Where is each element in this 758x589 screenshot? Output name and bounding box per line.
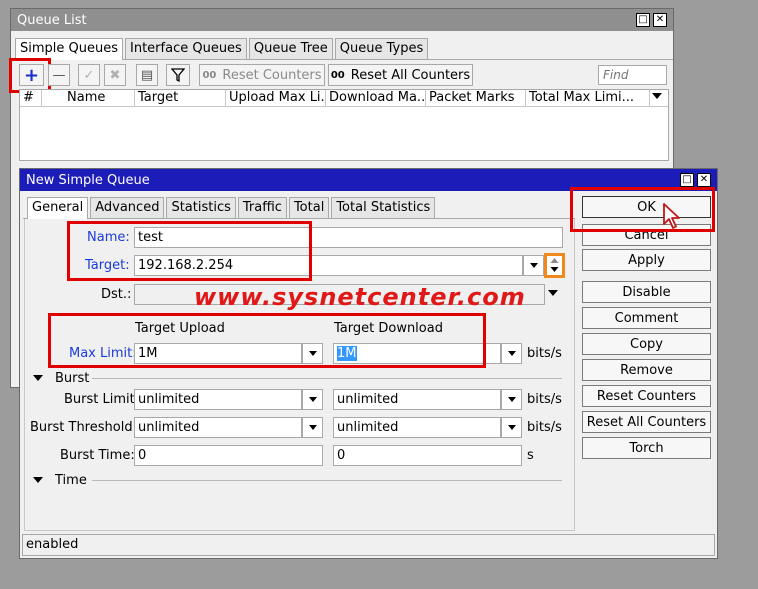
burst-threshold-unit: bits/s [527, 420, 562, 435]
burst-limit-unit: bits/s [527, 392, 562, 407]
burst-time-unit: s [527, 448, 534, 463]
burst-section-label[interactable]: Burst [55, 371, 89, 386]
comment-toolbar-button[interactable]: ▤ [136, 64, 158, 86]
disable-button[interactable]: Disable [582, 281, 711, 303]
apply-button[interactable]: Apply [582, 249, 711, 271]
burst-divider [92, 378, 562, 379]
tab-total-statistics[interactable]: Total Statistics [331, 197, 436, 218]
status-text: enabled [26, 537, 79, 552]
time-section-label[interactable]: Time [55, 473, 87, 488]
column-header-total-max[interactable]: Total Max Limi... [526, 90, 650, 107]
remove-button[interactable]: Remove [582, 359, 711, 381]
dialog-tabs: General Advanced Statistics Traffic Tota… [23, 195, 575, 219]
tab-advanced[interactable]: Advanced [90, 197, 165, 218]
max-limit-download-dropdown[interactable] [501, 343, 522, 364]
column-header-name[interactable]: Name [64, 90, 135, 107]
close-icon[interactable]: ✕ [697, 173, 711, 187]
queue-list-titlebar[interactable]: Queue List □ ✕ [11, 9, 673, 31]
burst-limit-download-dropdown[interactable] [501, 389, 522, 410]
up-down-arrows-icon [550, 258, 559, 272]
reset-all-counters-dialog-button[interactable]: Reset All Counters [582, 411, 711, 433]
target-arrows-button[interactable] [544, 253, 565, 278]
filter-button[interactable] [166, 64, 190, 86]
name-target-highlight [67, 221, 312, 281]
tab-interface-queues[interactable]: Interface Queues [125, 38, 247, 59]
reset-counters-button[interactable]: 00 Reset Counters [199, 64, 325, 86]
burst-collapse-icon[interactable] [33, 375, 43, 381]
reset-counters-label: Reset Counters [222, 67, 322, 83]
close-icon[interactable]: ✕ [653, 13, 667, 27]
x-icon: ✖ [109, 67, 121, 83]
burst-threshold-upload-dropdown[interactable] [302, 417, 323, 438]
restore-icon[interactable]: □ [636, 13, 650, 27]
column-header-download-max[interactable]: Download Ma... [326, 90, 426, 107]
max-limit-unit: bits/s [527, 346, 562, 361]
minus-icon: — [52, 67, 66, 83]
mouse-cursor-icon [663, 203, 680, 229]
status-bar: enabled [22, 534, 715, 556]
queue-list-tabs: Simple Queues Interface Queues Queue Tre… [11, 36, 673, 60]
dst-label: Dst.: [101, 287, 132, 302]
tab-general[interactable]: General [27, 197, 89, 219]
max-limit-highlight [48, 313, 486, 368]
burst-time-label: Burst Time: [60, 448, 135, 463]
column-header-target[interactable]: Target [135, 90, 226, 107]
queue-list-title: Queue List [17, 12, 87, 28]
table-header-divider [20, 106, 668, 107]
burst-limit-label: Burst Limit: [64, 392, 140, 407]
column-header-number[interactable]: # [20, 90, 42, 107]
disable-toolbar-button[interactable]: ✖ [104, 64, 126, 86]
tab-statistics[interactable]: Statistics [166, 197, 236, 218]
burst-threshold-download-field[interactable]: unlimited [333, 417, 501, 438]
reset-all-counters-button[interactable]: 00 Reset All Counters [328, 64, 473, 86]
burst-time-download-field[interactable]: 0 [333, 445, 522, 466]
enable-button[interactable]: ✓ [78, 64, 100, 86]
restore-icon[interactable]: □ [680, 173, 694, 187]
burst-threshold-download-dropdown[interactable] [501, 417, 522, 438]
target-dropdown-button[interactable] [523, 255, 544, 276]
tab-queue-types[interactable]: Queue Types [334, 38, 429, 59]
column-header-upload-max[interactable]: Upload Max Li... [226, 90, 326, 107]
burst-limit-upload-dropdown[interactable] [302, 389, 323, 410]
burst-limit-download-field[interactable]: unlimited [333, 389, 501, 410]
dialog-title: New Simple Queue [26, 172, 150, 188]
reset-counters-dialog-button[interactable]: Reset Counters [582, 385, 711, 407]
add-button-highlight [9, 58, 51, 93]
torch-button[interactable]: Torch [582, 437, 711, 459]
burst-time-upload-field[interactable]: 0 [134, 445, 323, 466]
burst-limit-upload-field[interactable]: unlimited [134, 389, 302, 410]
ok-button-highlight [570, 187, 715, 232]
column-header-packet-marks[interactable]: Packet Marks [426, 90, 526, 107]
watermark: www.sysnetcenter.com [194, 283, 526, 311]
time-divider [92, 480, 562, 481]
check-icon: ✓ [83, 67, 95, 83]
counter-icon: 00 [330, 69, 345, 81]
comment-button[interactable]: Comment [582, 307, 711, 329]
time-collapse-icon[interactable] [33, 477, 43, 483]
burst-threshold-label: Burst Threshold: [30, 420, 137, 435]
tab-total[interactable]: Total [288, 197, 330, 218]
tab-simple-queues[interactable]: Simple Queues [15, 38, 124, 60]
filter-icon [171, 68, 185, 82]
tab-traffic[interactable]: Traffic [237, 197, 287, 218]
counter-icon: 00 [202, 69, 217, 81]
remove-toolbar-button[interactable]: — [48, 64, 70, 86]
column-menu-button[interactable] [652, 93, 662, 99]
burst-threshold-upload-field[interactable]: unlimited [134, 417, 302, 438]
tab-queue-tree[interactable]: Queue Tree [248, 38, 333, 59]
find-input[interactable] [598, 65, 667, 85]
dst-dropdown-arrow[interactable] [548, 290, 558, 296]
reset-all-counters-label: Reset All Counters [350, 67, 471, 83]
copy-button[interactable]: Copy [582, 333, 711, 355]
note-icon: ▤ [140, 67, 154, 83]
